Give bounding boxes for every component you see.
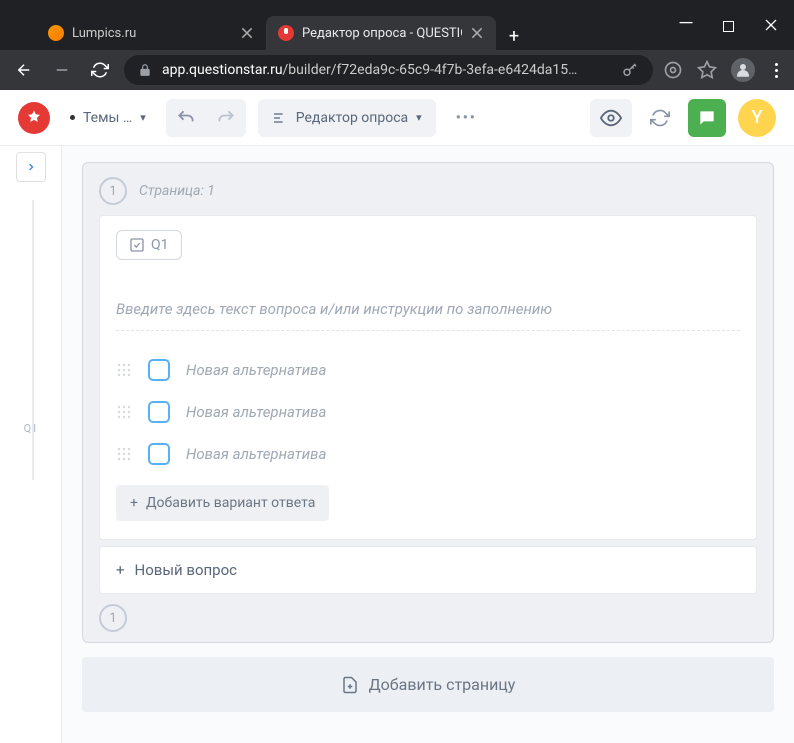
- page-title[interactable]: Страница: 1: [139, 183, 215, 199]
- drag-handle-icon[interactable]: [116, 404, 132, 420]
- add-page-label: Добавить страницу: [369, 675, 516, 694]
- add-option-label: Добавить вариант ответа: [146, 495, 315, 511]
- page-plus-icon: [341, 676, 359, 694]
- app-toolbar: Темы … ▾ Редактор опроса ▾ ••• Y: [0, 90, 794, 146]
- sidebar-divider: [32, 200, 34, 480]
- checkbox-input[interactable]: [148, 359, 170, 381]
- drag-handle-icon[interactable]: [116, 446, 132, 462]
- chevron-down-icon: ▾: [140, 111, 146, 124]
- star-icon[interactable]: [697, 60, 717, 80]
- nav-forward-button[interactable]: [48, 56, 76, 84]
- extension-icon[interactable]: [663, 60, 683, 80]
- nav-reload-button[interactable]: [86, 56, 114, 84]
- tab-close-icon[interactable]: [240, 26, 254, 40]
- answer-option[interactable]: Новая альтернатива: [116, 391, 740, 433]
- browser-tab-active[interactable]: Редактор опроса - QUESTIONST: [266, 16, 496, 50]
- checkbox-icon: [129, 237, 145, 253]
- key-icon[interactable]: [621, 61, 639, 79]
- tab-close-icon[interactable]: [470, 26, 484, 40]
- browser-tabs: Lumpics.ru Редактор опроса - QUESTIONST …: [0, 8, 794, 50]
- undo-button[interactable]: [166, 99, 206, 137]
- question-id-badge[interactable]: Q1: [116, 230, 182, 260]
- page-card: 1 Страница: 1 Q1 Введите здесь текст воп…: [82, 162, 774, 643]
- checkbox-input[interactable]: [148, 401, 170, 423]
- question-id-label: Q1: [151, 237, 169, 253]
- favicon-lumpics: [48, 25, 64, 41]
- answer-option[interactable]: Новая альтернатива: [116, 433, 740, 475]
- browser-menu-button[interactable]: [769, 63, 784, 78]
- preview-button[interactable]: [590, 99, 632, 137]
- url-text: app.questionstar.ru/builder/f72eda9c-65c…: [162, 62, 611, 78]
- question-prompt-input[interactable]: Введите здесь текст вопроса и/или инстру…: [116, 300, 740, 331]
- profile-button[interactable]: [731, 58, 755, 82]
- window-minimize[interactable]: ─: [677, 12, 695, 33]
- window-close[interactable]: [762, 19, 780, 35]
- plus-icon: +: [130, 495, 138, 511]
- sidebar-expand-button[interactable]: [16, 152, 46, 182]
- editor-label: Редактор опроса: [296, 110, 408, 126]
- lock-icon: [138, 63, 152, 77]
- new-question-label: Новый вопрос: [135, 561, 237, 579]
- option-text[interactable]: Новая альтернатива: [186, 445, 326, 463]
- option-text[interactable]: Новая альтернатива: [186, 403, 326, 421]
- sidebar: Q1: [0, 146, 62, 743]
- page-footer-number: 1: [99, 604, 127, 632]
- option-text[interactable]: Новая альтернатива: [186, 361, 326, 379]
- address-bar: app.questionstar.ru/builder/f72eda9c-65c…: [0, 50, 794, 90]
- question-card[interactable]: Q1 Введите здесь текст вопроса и/или инс…: [99, 215, 757, 540]
- more-button[interactable]: •••: [448, 110, 485, 126]
- user-avatar[interactable]: Y: [738, 99, 776, 137]
- editor-canvas: 1 Страница: 1 Q1 Введите здесь текст воп…: [62, 146, 794, 743]
- favicon-questionstar: [278, 25, 294, 41]
- themes-dropdown[interactable]: Темы … ▾: [62, 104, 154, 132]
- tab-title: Редактор опроса - QUESTIONST: [302, 26, 462, 41]
- add-page-button[interactable]: Добавить страницу: [82, 657, 774, 712]
- plus-icon: +: [116, 561, 125, 579]
- nav-back-button[interactable]: [10, 56, 38, 84]
- editor-mode-dropdown[interactable]: Редактор опроса ▾: [258, 99, 436, 137]
- feedback-button[interactable]: [688, 99, 726, 137]
- page-number-badge: 1: [99, 177, 127, 205]
- themes-label: Темы …: [83, 110, 132, 126]
- window-maximize[interactable]: [723, 21, 734, 32]
- sidebar-question-ref[interactable]: Q1: [24, 422, 38, 435]
- checkbox-input[interactable]: [148, 443, 170, 465]
- browser-tab[interactable]: Lumpics.ru: [36, 16, 266, 50]
- drag-handle-icon[interactable]: [116, 362, 132, 378]
- redo-button[interactable]: [206, 99, 246, 137]
- new-tab-button[interactable]: +: [500, 22, 528, 50]
- theme-dot-icon: [70, 115, 75, 120]
- answer-option[interactable]: Новая альтернатива: [116, 349, 740, 391]
- chevron-right-icon: [25, 161, 37, 173]
- new-question-button[interactable]: + Новый вопрос: [99, 546, 757, 594]
- list-icon: [272, 110, 288, 126]
- window-controls: ─: [677, 16, 780, 37]
- sync-button[interactable]: [644, 102, 676, 134]
- chevron-down-icon: ▾: [416, 111, 422, 124]
- add-option-button[interactable]: + Добавить вариант ответа: [116, 485, 329, 521]
- tab-title: Lumpics.ru: [72, 26, 232, 41]
- app-logo[interactable]: [18, 102, 50, 134]
- url-field[interactable]: app.questionstar.ru/builder/f72eda9c-65c…: [124, 55, 653, 85]
